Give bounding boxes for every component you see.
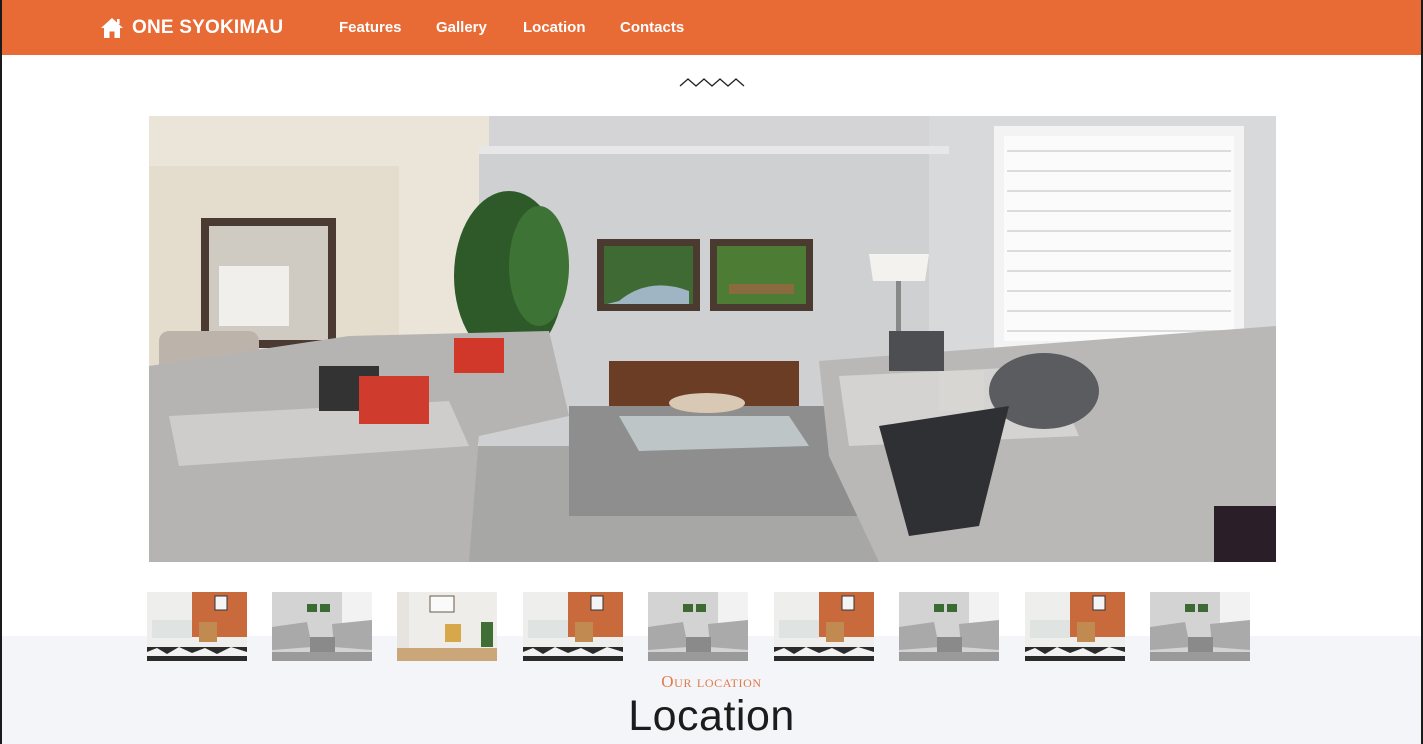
home-icon [100, 17, 124, 39]
thumbnail-6[interactable] [774, 592, 874, 661]
thumbnail-3[interactable] [397, 592, 497, 661]
thumbnail-2[interactable] [272, 592, 372, 661]
nav-link-gallery[interactable]: Gallery [436, 19, 487, 36]
dining-room-thumb-image [1025, 592, 1125, 661]
nav-link-location[interactable]: Location [523, 19, 586, 36]
gallery-thumbnails [0, 592, 1423, 662]
thumbnail-8[interactable] [1025, 592, 1125, 661]
living-room-thumb-image [899, 592, 999, 661]
dining-room-thumb-image [774, 592, 874, 661]
nav-link-contacts[interactable]: Contacts [620, 19, 684, 36]
thumbnail-9[interactable] [1150, 592, 1250, 661]
living-room-thumb-image [648, 592, 748, 661]
thumbnail-7[interactable] [899, 592, 999, 661]
location-title: Location [628, 692, 795, 740]
living-room-thumb-image [1150, 592, 1250, 661]
living-room-image [149, 116, 1276, 562]
reading-nook-thumb-image [397, 592, 497, 661]
brand-link[interactable]: ONE SYOKIMAU [100, 15, 283, 41]
living-room-thumb-image [272, 592, 372, 661]
gallery-main-image [149, 116, 1276, 562]
thumbnail-1[interactable] [147, 592, 247, 661]
dining-room-thumb-image [523, 592, 623, 661]
thumbnail-4[interactable] [523, 592, 623, 661]
location-kicker: Our location [661, 672, 762, 691]
nav-link-features[interactable]: Features [339, 19, 402, 36]
thumbnail-5[interactable] [648, 592, 748, 661]
dining-room-thumb-image [147, 592, 247, 661]
navbar: ONE SYOKIMAU Features Gallery Location C… [0, 0, 1423, 55]
brand-name: ONE SYOKIMAU [132, 17, 284, 38]
zigzag-divider-icon [679, 78, 745, 87]
